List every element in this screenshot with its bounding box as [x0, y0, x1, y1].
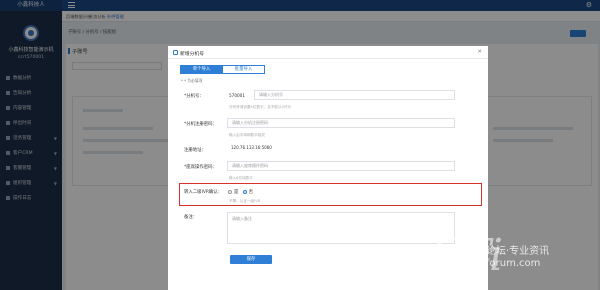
agent-password-hint: 输入6位纯数字 — [229, 176, 253, 180]
radio-no-label: 否 — [248, 190, 253, 195]
watermark-line2: forum.com — [486, 258, 541, 269]
remark-label: 备注： — [184, 215, 198, 220]
import-mode-toggle: 单个导入 批量导入 — [180, 65, 266, 74]
save-button[interactable]: 保存 — [230, 255, 272, 264]
ivr-confirm-label: 转入二级IVR确认： — [184, 190, 223, 195]
radio-yes-label: 是 — [234, 190, 239, 195]
register-password-input[interactable]: 请输入分机注册密码 — [227, 118, 455, 128]
register-address-value: 120.76.113.16:5060 — [227, 144, 455, 154]
remark-textarea[interactable]: 请输入备注 — [227, 212, 455, 244]
radio-yes[interactable] — [228, 189, 232, 194]
extension-value: 570001 — [229, 93, 245, 98]
dialog-header: 新增分机号 ✕ — [168, 46, 488, 59]
batch-import-tab[interactable]: 批量导入 — [222, 65, 265, 74]
register-password-label: *分机注册密码： — [184, 122, 217, 127]
register-password-hint: 输入由字母和数字组成 — [229, 133, 265, 137]
ivr-confirm-radio-group: 是 否 — [228, 189, 253, 195]
extension-input[interactable]: 请输入分机号 — [254, 90, 455, 100]
single-import-tab[interactable]: 单个导入 — [180, 65, 223, 74]
watermark-line1: 论坛·专业资讯 — [486, 246, 550, 257]
close-icon[interactable]: ✕ — [477, 49, 482, 55]
register-address-label: 注册地址： — [184, 148, 206, 153]
required-note: * * 为必填项 — [181, 78, 203, 83]
extension-hint: 分机号请设置4位数字，且不能以0开头 — [229, 105, 292, 109]
agent-password-input[interactable]: 请输入座席操作密码 — [227, 161, 455, 171]
ivr-confirm-hint: 不需，认证一级IVR — [229, 199, 261, 203]
radio-no[interactable] — [242, 189, 247, 194]
edit-icon — [173, 50, 178, 55]
agent-password-label: *座席操作密码： — [184, 165, 217, 170]
cti-forum-watermark: CTi 论坛·专业资讯 forum.com — [430, 226, 600, 290]
highlight-box — [179, 183, 482, 206]
dialog-title: 新增分机号 — [180, 52, 204, 57]
extension-label: *分机号： — [184, 94, 204, 99]
